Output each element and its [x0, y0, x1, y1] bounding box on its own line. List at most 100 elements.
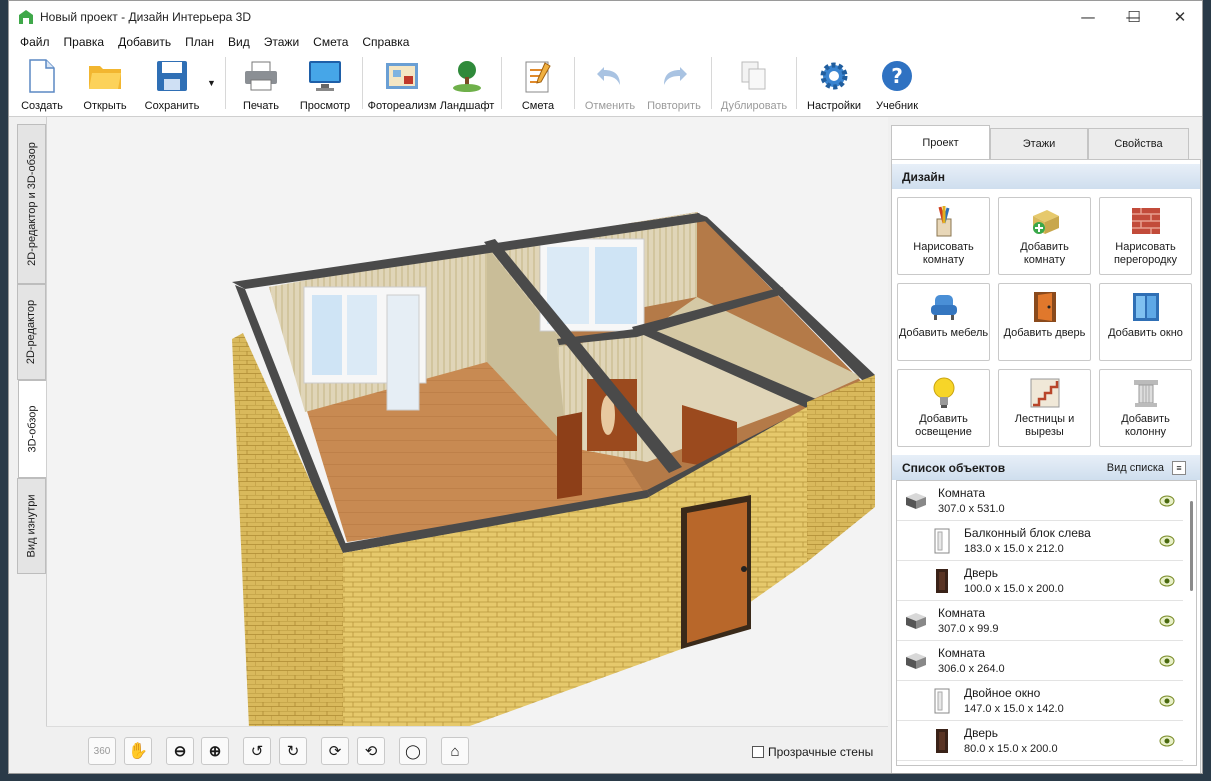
rotate-right-button[interactable]: ↻: [279, 737, 307, 765]
app-window: Новый проект - Дизайн Интерьера 3D — — ☐…: [8, 0, 1203, 774]
draw-partition-button[interactable]: Нарисовать перегородку: [1099, 197, 1192, 275]
draw-room-button[interactable]: Нарисовать комнату: [897, 197, 990, 275]
menu-plan[interactable]: План: [178, 35, 221, 49]
brick-wall-icon: [1129, 204, 1163, 238]
pan-hand-button[interactable]: ✋: [124, 737, 152, 765]
menu-file[interactable]: Файл: [13, 35, 57, 49]
save-dropdown-arrow-icon[interactable]: ▼: [207, 52, 221, 88]
object-list-item[interactable]: Дверь 80.0 x 15.0 x 200.0: [897, 721, 1183, 761]
door-icon: [1028, 290, 1062, 324]
home-view-button[interactable]: ⌂: [441, 737, 469, 765]
visibility-eye-icon[interactable]: [1159, 695, 1175, 707]
settings-button[interactable]: Настройки: [801, 52, 867, 114]
object-dimensions: 147.0 x 15.0 x 142.0: [964, 703, 1064, 715]
close-button[interactable]: ✕: [1157, 1, 1202, 32]
redo-button[interactable]: Повторить: [641, 52, 707, 114]
duplicate-pages-icon: [736, 58, 772, 94]
tab-inside-view[interactable]: Вид изнутри: [17, 478, 46, 574]
object-list-item[interactable]: Комната 307.0 x 99.9: [897, 601, 1183, 641]
visibility-eye-icon[interactable]: [1159, 535, 1175, 547]
object-list-item[interactable]: Двойное окно 147.0 x 15.0 x 142.0: [897, 681, 1183, 721]
object-list-item[interactable]: Дверь 100.0 x 15.0 x 200.0: [897, 561, 1183, 601]
object-list-item[interactable]: Комната 307.0 x 531.0: [897, 481, 1183, 521]
add-furniture-button[interactable]: Добавить мебель: [897, 283, 990, 361]
add-lighting-button[interactable]: Добавить освещение: [897, 369, 990, 447]
tutorial-button[interactable]: ? Учебник: [867, 52, 927, 114]
tab-3d-view[interactable]: 3D-обзор: [18, 380, 47, 478]
rotate-360-button[interactable]: 360: [88, 737, 116, 765]
zoom-out-button[interactable]: ⊖: [166, 737, 194, 765]
rotate-right-icon: ↻: [286, 743, 300, 760]
tab-project[interactable]: Проект: [891, 125, 990, 160]
visibility-eye-icon[interactable]: [1159, 735, 1175, 747]
gear-icon: [816, 58, 852, 94]
stairs-icon: [1028, 376, 1062, 410]
checkbox-box[interactable]: [752, 746, 764, 758]
landscape-button[interactable]: Ландшафт: [437, 52, 497, 114]
object-list-item[interactable]: Комната 306.0 x 264.0: [897, 641, 1183, 681]
open-button[interactable]: Открыть: [73, 52, 137, 114]
printer-icon: [243, 58, 279, 94]
zoom-in-button[interactable]: ⊕: [201, 737, 229, 765]
zoom-out-icon: ⊖: [173, 743, 187, 760]
menu-view[interactable]: Вид: [221, 35, 257, 49]
object-list[interactable]: Комната 307.0 x 531.0 Балконный блок слева…: [896, 480, 1197, 766]
add-column-button[interactable]: Добавить колонну: [1099, 369, 1192, 447]
maximize-button[interactable]: ☐: [1111, 1, 1157, 32]
object-dimensions: 306.0 x 264.0: [938, 663, 1005, 675]
orbit-right-button[interactable]: ⟲: [357, 737, 385, 765]
photorealism-button[interactable]: Фотореализм: [367, 52, 437, 114]
menu-floors[interactable]: Этажи: [257, 35, 306, 49]
tab-2d-editor[interactable]: 2D-редактор: [17, 284, 46, 380]
list-scrollbar[interactable]: [1190, 501, 1193, 591]
print-button[interactable]: Печать: [230, 52, 292, 114]
orbit-right-icon: ⟲: [364, 743, 378, 760]
stairs-cutouts-button[interactable]: Лестницы и вырезы: [998, 369, 1091, 447]
save-button[interactable]: Сохранить: [137, 52, 207, 114]
undo-button[interactable]: Отменить: [579, 52, 641, 114]
toolbar: Создать Открыть Сохранить ▼ Печать Просм…: [9, 52, 1202, 117]
visibility-eye-icon[interactable]: [1159, 655, 1175, 667]
tab-2d-3d[interactable]: 2D-редактор и 3D-обзор: [17, 124, 46, 284]
door-icon: [929, 728, 955, 754]
rotate-left-button[interactable]: ↺: [243, 737, 271, 765]
home-icon: ⌂: [450, 742, 460, 760]
menu-help[interactable]: Справка: [355, 35, 416, 49]
hand-icon: ✋: [128, 743, 148, 760]
transparent-walls-checkbox[interactable]: Прозрачные стены: [752, 745, 873, 759]
list-view-toggle[interactable]: Вид списка ≡: [1107, 455, 1186, 480]
room-icon: [903, 608, 929, 634]
notepad-pencil-icon: [520, 58, 556, 94]
estimate-button[interactable]: Смета: [506, 52, 570, 114]
floppy-disk-icon: [154, 58, 190, 94]
object-name: Двойное окно: [964, 686, 1041, 700]
window-title: Новый проект - Дизайн Интерьера 3D: [40, 9, 252, 24]
lightbulb-icon: ◯: [405, 742, 421, 759]
object-list-item[interactable]: Балконный блок слева 183.0 x 15.0 x 212.0: [897, 521, 1183, 561]
visibility-eye-icon[interactable]: [1159, 615, 1175, 627]
title-bar: Новый проект - Дизайн Интерьера 3D —: [9, 1, 1202, 32]
duplicate-button[interactable]: Дублировать: [716, 52, 792, 114]
help-question-icon: ?: [879, 58, 915, 94]
menu-add[interactable]: Добавить: [111, 35, 178, 49]
create-button[interactable]: Создать: [11, 52, 73, 114]
menu-edit[interactable]: Правка: [57, 35, 112, 49]
3d-viewport[interactable]: [46, 117, 888, 728]
visibility-eye-icon[interactable]: [1159, 495, 1175, 507]
add-door-button[interactable]: Добавить дверь: [998, 283, 1091, 361]
visibility-eye-icon[interactable]: [1159, 575, 1175, 587]
tree-icon: [449, 58, 485, 94]
orbit-left-button[interactable]: ⟳: [321, 737, 349, 765]
tab-floors[interactable]: Этажи: [990, 128, 1088, 159]
new-document-icon: [24, 58, 60, 94]
minimize-button-2[interactable]: —: [1065, 1, 1111, 32]
object-dimensions: 307.0 x 531.0: [938, 503, 1005, 515]
preview-button[interactable]: Просмотр: [292, 52, 358, 114]
tab-properties[interactable]: Свойства: [1088, 128, 1189, 159]
add-window-button[interactable]: Добавить окно: [1099, 283, 1192, 361]
lighting-button[interactable]: ◯: [399, 737, 427, 765]
svg-text:?: ?: [891, 64, 903, 88]
door-icon: [929, 568, 955, 594]
menu-estimate[interactable]: Смета: [306, 35, 355, 49]
add-room-button[interactable]: Добавить комнату: [998, 197, 1091, 275]
